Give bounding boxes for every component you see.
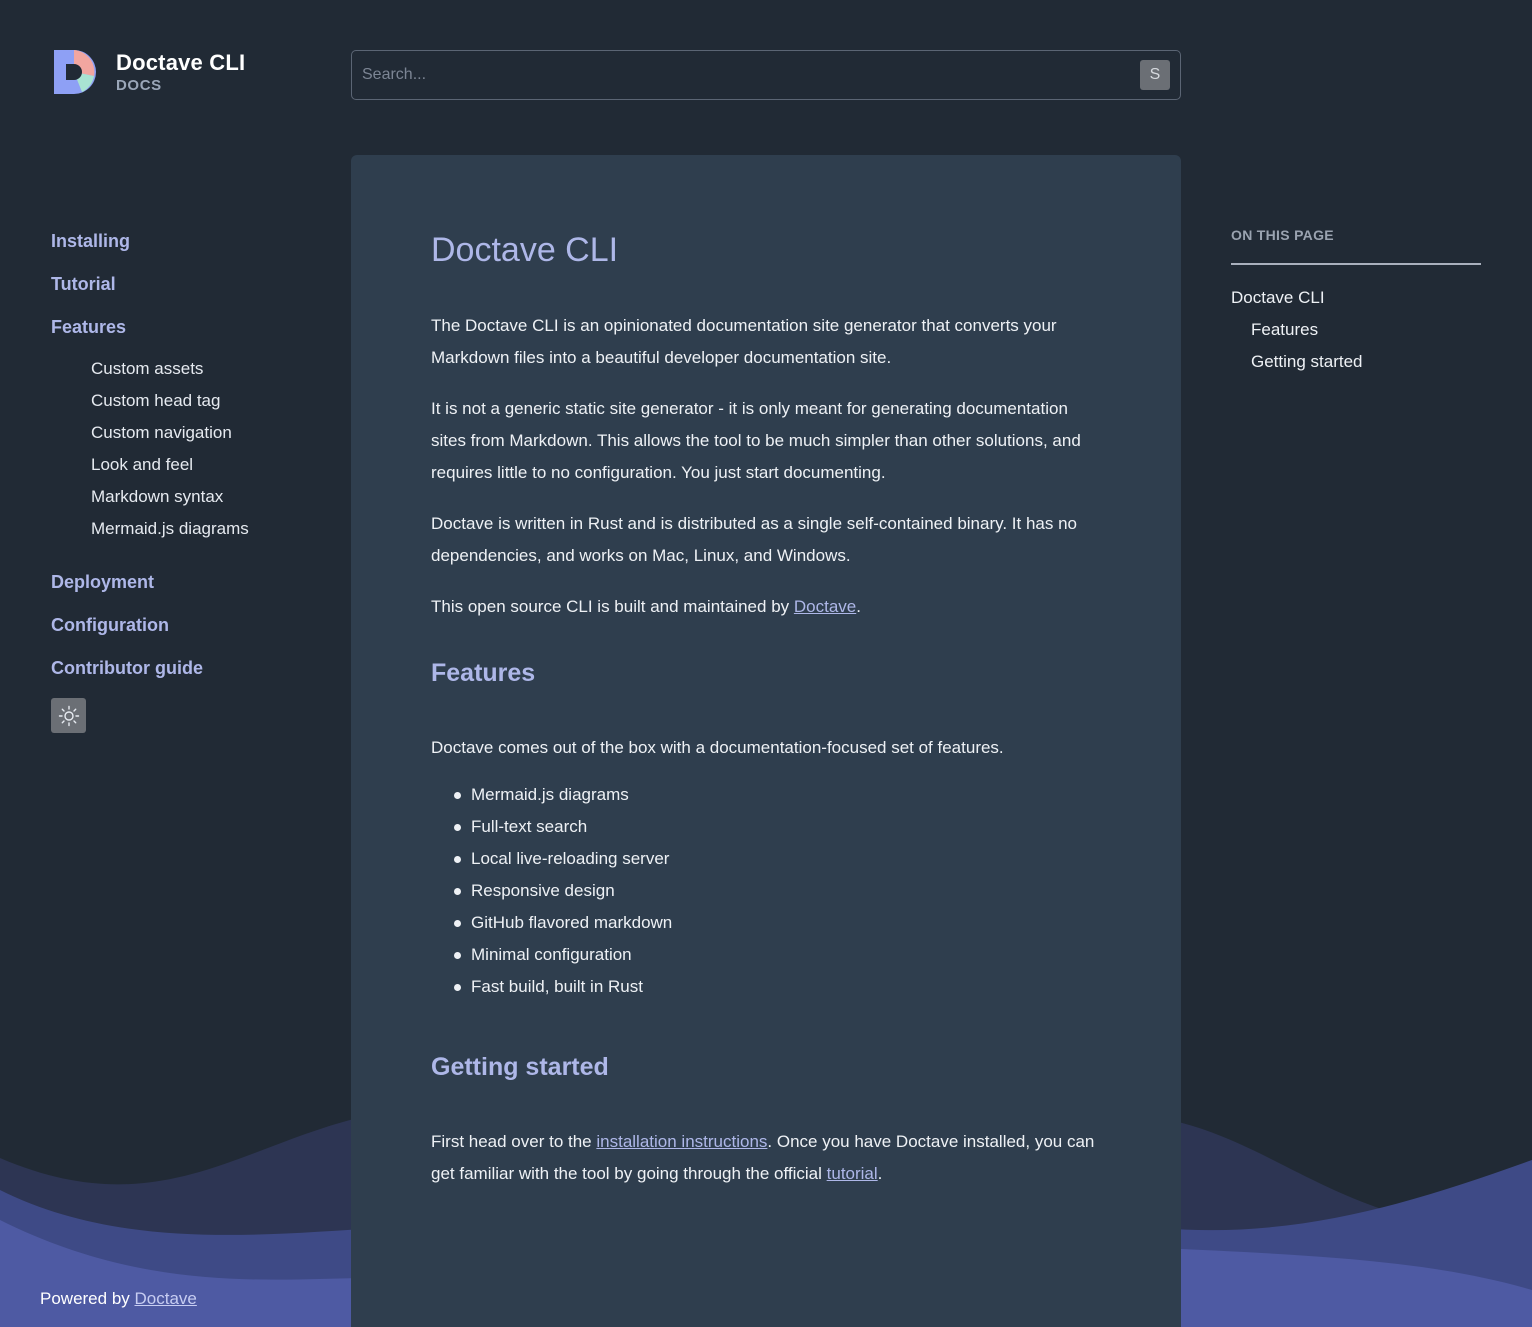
search-input[interactable] (352, 66, 1140, 84)
list-item: Fast build, built in Rust (454, 971, 1101, 1003)
sidebar-nav: Installing Tutorial Features Custom asse… (51, 228, 321, 733)
doctave-link[interactable]: Doctave (794, 597, 856, 616)
sidebar-item-look-and-feel[interactable]: Look and feel (91, 449, 321, 481)
list-item: Local live-reloading server (454, 843, 1101, 875)
list-item: Full-text search (454, 811, 1101, 843)
search-shortcut-key: S (1140, 60, 1170, 90)
maintained-prefix: This open source CLI is built and mainta… (431, 597, 794, 616)
features-intro: Doctave comes out of the box with a docu… (431, 738, 1004, 757)
sidebar-item-contributor-guide[interactable]: Contributor guide (51, 655, 321, 682)
sidebar-item-custom-head-tag[interactable]: Custom head tag (91, 385, 321, 417)
brand-logo[interactable]: Doctave CLI DOCS (52, 48, 245, 96)
sun-icon (58, 705, 79, 726)
toc-item-features[interactable]: Features (1231, 314, 1481, 346)
installation-instructions-link[interactable]: installation instructions (596, 1132, 767, 1151)
main-content: Doctave CLI The Doctave CLI is an opinio… (351, 155, 1181, 1327)
sidebar-item-deployment[interactable]: Deployment (51, 569, 321, 596)
footer-prefix: Powered by (40, 1289, 135, 1308)
sidebar-item-installing[interactable]: Installing (51, 228, 321, 255)
gs-suffix: . (877, 1164, 883, 1183)
tutorial-link[interactable]: tutorial (827, 1164, 878, 1183)
sidebar-features-subnav: Custom assets Custom head tag Custom nav… (91, 353, 321, 545)
brand-title: Doctave CLI (116, 50, 246, 75)
intro-paragraph-1: The Doctave CLI is an opinionated docume… (431, 316, 1057, 367)
sidebar-item-tutorial[interactable]: Tutorial (51, 271, 321, 298)
list-item: Mermaid.js diagrams (454, 779, 1101, 811)
getting-started-paragraph: First head over to the installation inst… (431, 1126, 1101, 1190)
sidebar-item-mermaid-diagrams[interactable]: Mermaid.js diagrams (91, 513, 321, 545)
toc-item-getting-started[interactable]: Getting started (1231, 346, 1481, 378)
doctave-logo-icon (54, 50, 96, 94)
getting-started-heading: Getting started (431, 1053, 609, 1081)
list-item: Minimal configuration (454, 939, 1101, 971)
brand-subtitle: DOCS (116, 77, 162, 94)
footer: Powered by Doctave (40, 1289, 197, 1309)
sidebar-item-custom-navigation[interactable]: Custom navigation (91, 417, 321, 449)
maintained-suffix: . (856, 597, 861, 616)
list-item: Responsive design (454, 875, 1101, 907)
sidebar-item-markdown-syntax[interactable]: Markdown syntax (91, 481, 321, 513)
toc-item-doctave-cli[interactable]: Doctave CLI (1231, 282, 1481, 314)
features-list: Mermaid.js diagrams Full-text search Loc… (454, 779, 1101, 1003)
sidebar-item-features[interactable]: Features (51, 314, 321, 341)
table-of-contents: ON THIS PAGE Doctave CLI Features Gettin… (1231, 227, 1481, 378)
toc-title: ON THIS PAGE (1231, 227, 1481, 265)
search-bar: S (351, 50, 1181, 100)
page-title: Doctave CLI (431, 231, 619, 269)
footer-doctave-link[interactable]: Doctave (135, 1289, 197, 1308)
theme-toggle-button[interactable] (51, 698, 86, 733)
gs-prefix: First head over to the (431, 1132, 597, 1151)
maintained-paragraph: This open source CLI is built and mainta… (431, 591, 1101, 623)
intro-paragraph-3: Doctave is written in Rust and is distri… (431, 514, 1078, 565)
list-item: GitHub flavored markdown (454, 907, 1101, 939)
intro-paragraph-2: It is not a generic static site generato… (431, 399, 1081, 482)
features-heading: Features (431, 659, 536, 687)
sidebar-item-custom-assets[interactable]: Custom assets (91, 353, 321, 385)
sidebar-item-configuration[interactable]: Configuration (51, 612, 321, 639)
